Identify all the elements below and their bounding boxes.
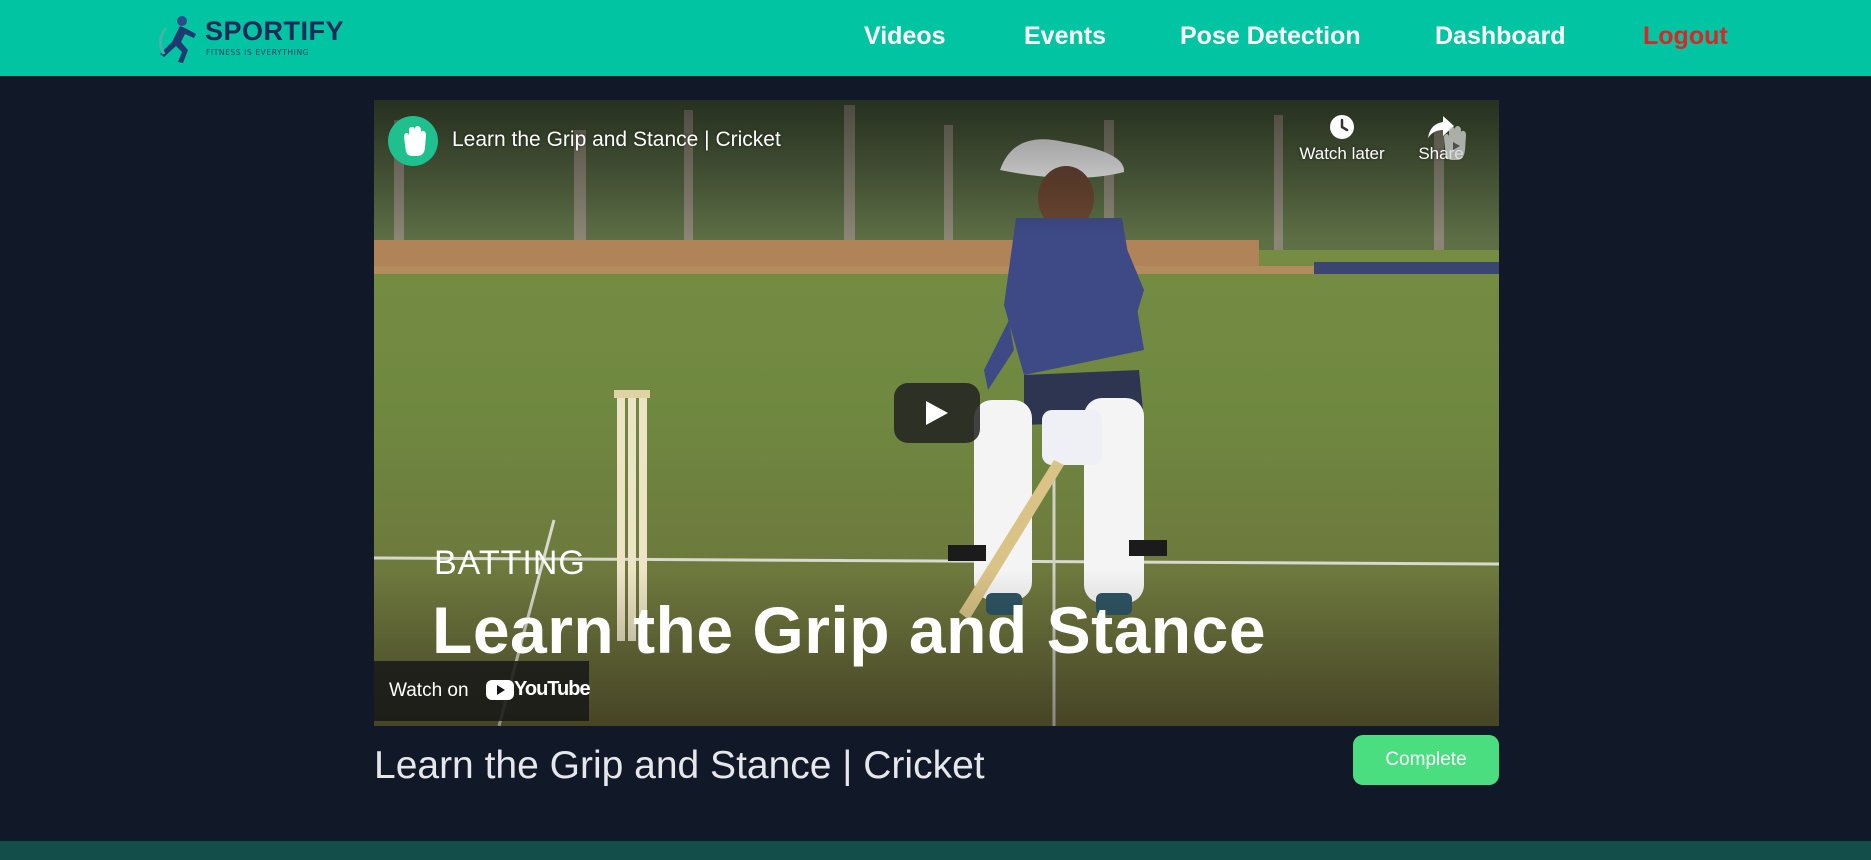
runner-icon: [159, 16, 196, 63]
nav-events[interactable]: Events: [1024, 22, 1106, 51]
nav-logout[interactable]: Logout: [1643, 22, 1728, 51]
top-navbar: SPORTIFY FITNESS IS EVERYTHING Videos Ev…: [0, 0, 1871, 76]
complete-button[interactable]: Complete: [1353, 735, 1499, 785]
play-button[interactable]: [894, 383, 980, 443]
youtube-play-icon: [486, 680, 514, 700]
thumbnail-headline-text: Learn the Grip and Stance: [432, 593, 1267, 667]
clock-icon: [1330, 115, 1354, 139]
nav-dashboard[interactable]: Dashboard: [1435, 22, 1566, 51]
brand-tagline: FITNESS IS EVERYTHING: [206, 48, 310, 57]
youtube-wordmark: YouTube: [514, 678, 591, 700]
watch-later-label: Watch later: [1299, 144, 1385, 163]
video-title-heading: Learn the Grip and Stance | Cricket: [374, 744, 985, 787]
video-title-overlay[interactable]: Learn the Grip and Stance | Cricket: [452, 128, 781, 152]
play-icon: [926, 401, 948, 425]
nav-videos[interactable]: Videos: [864, 22, 946, 51]
sportify-logo[interactable]: SPORTIFY FITNESS IS EVERYTHING: [152, 12, 344, 64]
hand-play-icon: [1444, 126, 1466, 160]
watch-on-youtube-button[interactable]: Watch on YouTube: [374, 661, 591, 721]
nav-pose-detection[interactable]: Pose Detection: [1180, 22, 1361, 51]
thumbnail-kicker-text: BATTING: [434, 544, 586, 582]
brand-name: SPORTIFY: [205, 16, 345, 46]
watch-later-button[interactable]: Watch later: [1292, 114, 1392, 164]
channel-avatar[interactable]: [388, 116, 438, 166]
hand-icon: [404, 126, 426, 156]
footer-strip: [0, 841, 1871, 860]
watch-on-label: Watch on: [389, 680, 469, 701]
youtube-video-player[interactable]: Learn the Grip and Stance | Cricket Watc…: [374, 100, 1499, 726]
